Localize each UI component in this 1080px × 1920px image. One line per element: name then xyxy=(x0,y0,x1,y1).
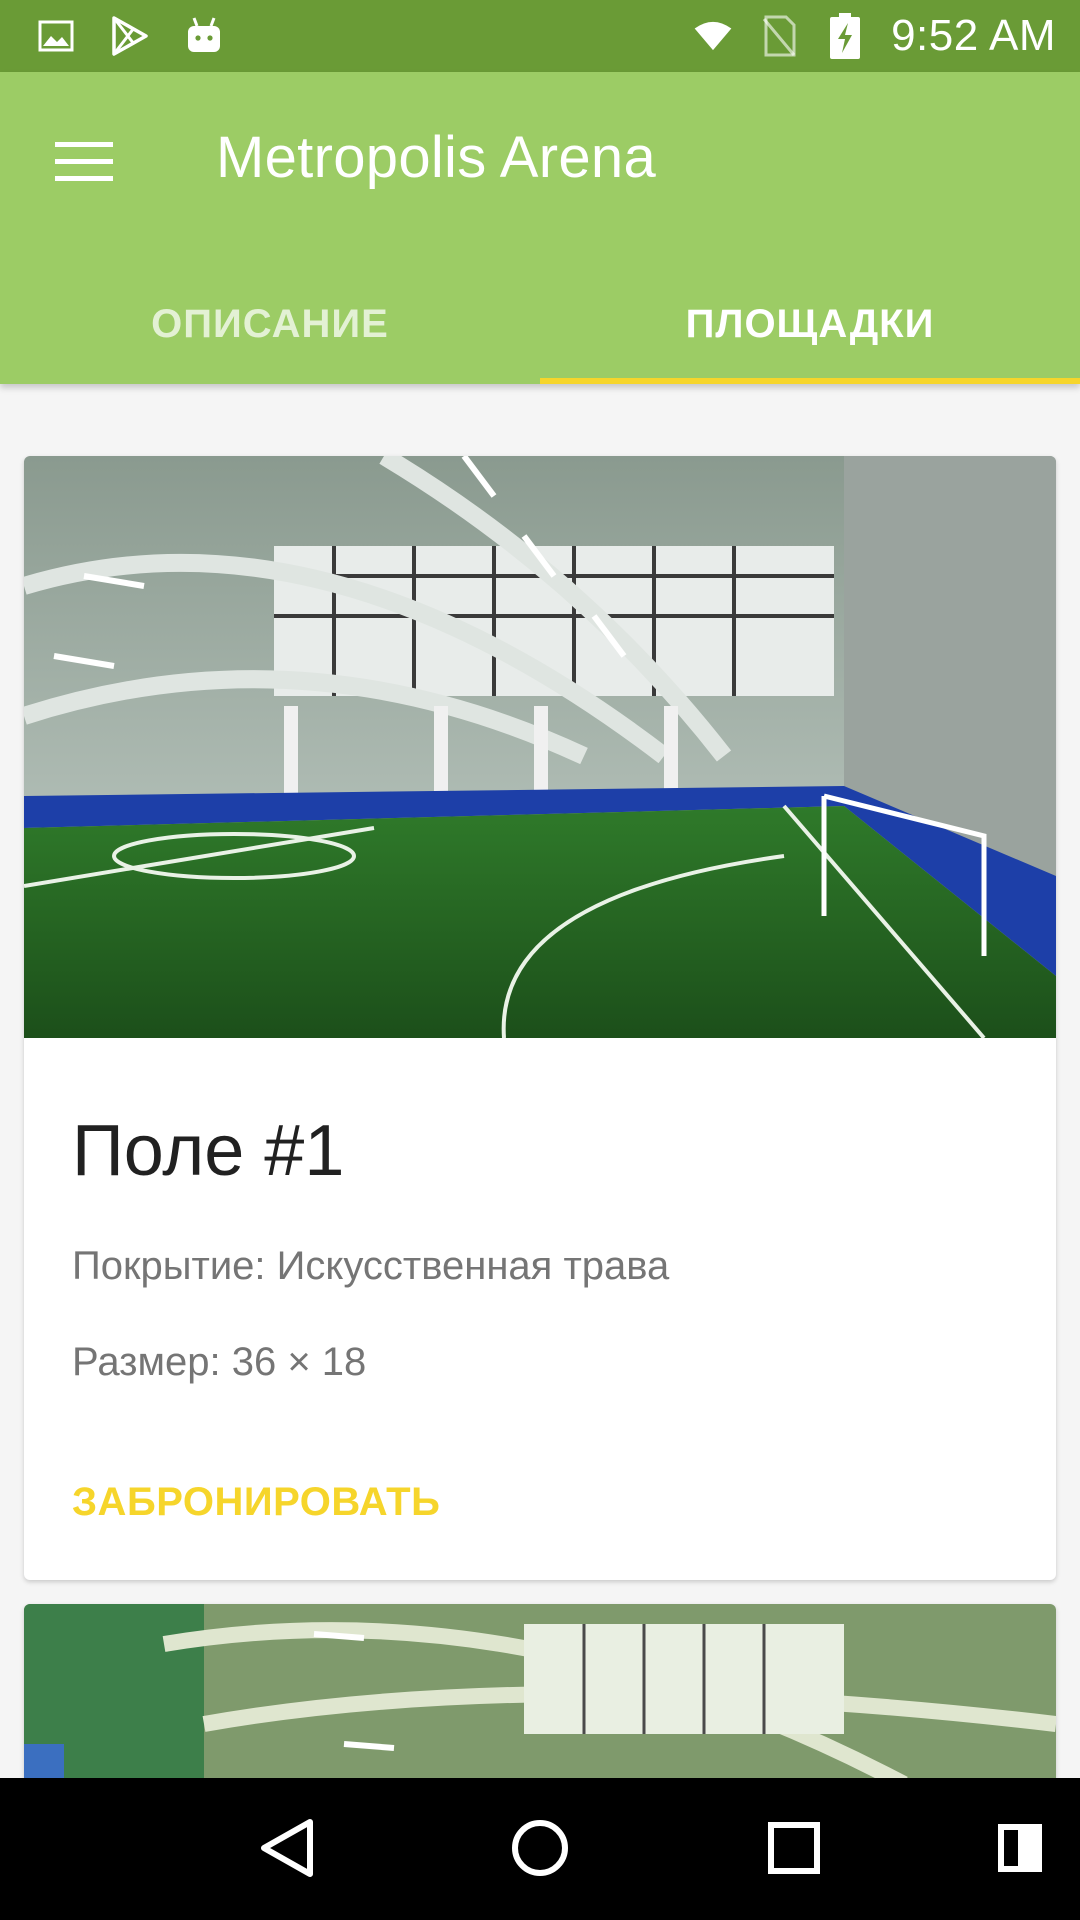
no-sim-icon xyxy=(759,15,799,57)
field-card[interactable] xyxy=(24,1604,1056,1778)
book-button[interactable]: ЗАБРОНИРОВАТЬ xyxy=(72,1480,440,1525)
field-photo xyxy=(24,456,1056,1038)
field-surface: Покрытие: Искусственная трава xyxy=(72,1244,670,1288)
field-card-body: Поле #1 Покрытие: Искусственная трава Ра… xyxy=(24,1038,1056,1525)
wifi-icon xyxy=(693,16,733,56)
android-icon xyxy=(184,16,224,56)
field-size: Размер: 36 × 18 xyxy=(72,1340,367,1384)
status-left-icons xyxy=(36,16,224,56)
app-bar: Metropolis Arena ОПИСАНИЕ ПЛОЩАДКИ xyxy=(0,72,1080,384)
back-icon xyxy=(258,1818,314,1883)
play-store-icon xyxy=(110,16,150,56)
status-time: 9:52 AM xyxy=(891,11,1056,60)
tab-fields-label: ПЛОЩАДКИ xyxy=(685,302,935,346)
menu-button[interactable] xyxy=(44,124,124,204)
status-right-icons: 9:52 AM xyxy=(693,11,1056,61)
fields-list[interactable]: Поле #1 Покрытие: Искусственная трава Ра… xyxy=(0,384,1080,1778)
battery-charging-icon xyxy=(825,13,865,59)
split-screen-icon xyxy=(998,1823,1042,1877)
status-bar: 9:52 AM xyxy=(0,0,1080,72)
recents-button[interactable] xyxy=(758,1814,830,1886)
field-card[interactable]: Поле #1 Покрытие: Искусственная трава Ра… xyxy=(24,456,1056,1580)
hamburger-menu-icon xyxy=(55,141,113,187)
recents-icon xyxy=(767,1821,821,1880)
field-photo xyxy=(24,1604,1056,1778)
field-title: Поле #1 xyxy=(72,1111,345,1191)
tab-description-label: ОПИСАНИЕ xyxy=(151,302,389,346)
image-icon xyxy=(36,16,76,56)
back-button[interactable] xyxy=(250,1814,322,1886)
screen: 9:52 AM Metropolis Arena ОПИСАНИЕ ПЛОЩАД… xyxy=(0,0,1080,1920)
tab-bar: ОПИСАНИЕ ПЛОЩАДКИ xyxy=(0,302,1080,384)
tab-indicator xyxy=(540,378,1080,384)
tab-fields[interactable]: ПЛОЩАДКИ xyxy=(540,302,1080,384)
split-screen-button[interactable] xyxy=(984,1814,1056,1886)
tab-description[interactable]: ОПИСАНИЕ xyxy=(0,302,540,384)
toolbar: Metropolis Arena xyxy=(0,72,1080,242)
navigation-bar xyxy=(0,1778,1080,1920)
home-icon xyxy=(510,1818,570,1883)
app-title: Metropolis Arena xyxy=(216,125,657,190)
home-button[interactable] xyxy=(504,1814,576,1886)
